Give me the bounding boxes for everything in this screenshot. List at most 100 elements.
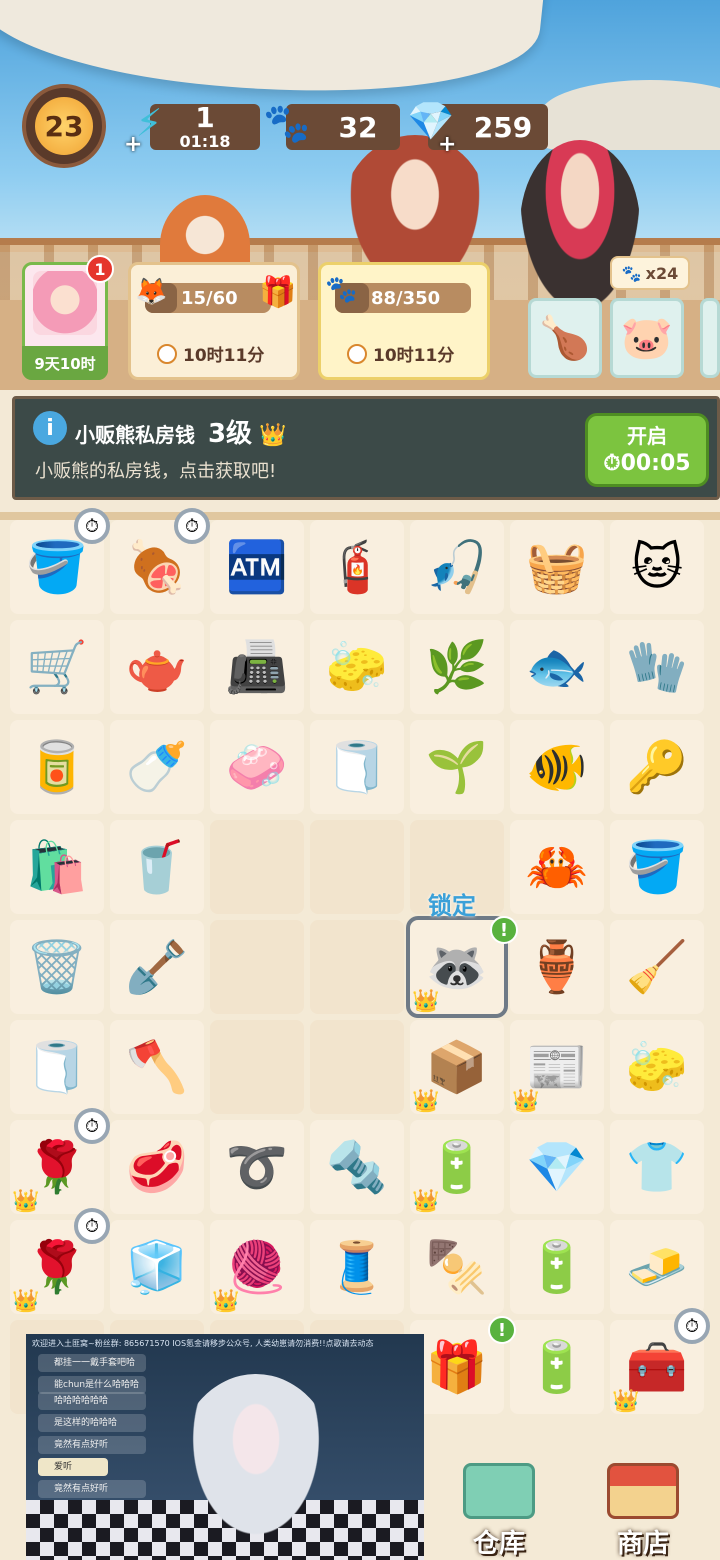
board-item[interactable]: 🥩 bbox=[110, 1120, 204, 1214]
next-order-card[interactable] bbox=[700, 298, 720, 378]
stopwatch-icon: ⏱ bbox=[74, 508, 110, 544]
board-item[interactable]: 🧤 bbox=[610, 620, 704, 714]
boy-paw-badge[interactable]: 🐾 x24 bbox=[610, 256, 690, 290]
board-item[interactable]: 🛒 bbox=[10, 620, 104, 714]
item-icon: 🧹 bbox=[625, 937, 689, 996]
item-icon: 🔋 bbox=[425, 1137, 489, 1196]
item-icon: 🏧 bbox=[225, 537, 289, 596]
item-icon: 🥩 bbox=[125, 1137, 189, 1196]
board-item[interactable]: 🧈 bbox=[610, 1220, 704, 1314]
alert-icon: ! bbox=[488, 1316, 516, 1344]
item-icon: 🐠 bbox=[525, 737, 589, 796]
chat-message: 是这样的哈哈哈 bbox=[38, 1414, 146, 1432]
shop-button[interactable]: 商店 bbox=[588, 1450, 698, 1560]
board-item[interactable]: 🎣 bbox=[410, 520, 504, 614]
level-star-icon: 23 bbox=[35, 97, 93, 155]
board-item[interactable]: 🧻 bbox=[10, 1020, 104, 1114]
item-icon: 🛒 bbox=[25, 637, 89, 696]
fox-order-card[interactable]: 15/60 🦊 🎁 10时11分 bbox=[128, 262, 300, 380]
board-item[interactable]: 🐟 bbox=[510, 620, 604, 714]
empty-cell bbox=[310, 920, 404, 1014]
player-level[interactable]: 23 bbox=[22, 84, 106, 168]
empty-cell bbox=[310, 820, 404, 914]
info-icon[interactable]: i bbox=[33, 411, 67, 445]
pig-order-card[interactable]: 🐷 bbox=[610, 298, 684, 378]
empty-cell bbox=[310, 1020, 404, 1114]
paw-card-timer: 10时11分 bbox=[347, 341, 454, 366]
item-icon: 🍖 bbox=[125, 537, 189, 596]
item-icon: 🪣 bbox=[625, 837, 689, 896]
board-item[interactable]: ➰ bbox=[210, 1120, 304, 1214]
paw-icon: 🐾 bbox=[621, 263, 642, 283]
board-item[interactable]: 🧊 bbox=[110, 1220, 204, 1314]
board-item[interactable]: 🌹 👑 ⏱ bbox=[10, 1208, 110, 1314]
board-item[interactable]: 📰 👑 bbox=[510, 1020, 604, 1114]
board-item[interactable]: 🛍️ bbox=[10, 820, 104, 914]
board-item[interactable]: 🪣 bbox=[610, 820, 704, 914]
item-icon: 🧈 bbox=[625, 1237, 689, 1296]
item-icon: 🏺 bbox=[525, 937, 589, 996]
board-item[interactable]: 🏺 bbox=[510, 920, 604, 1014]
board-item[interactable]: 🫖 bbox=[110, 620, 204, 714]
item-icon: 🌹 bbox=[25, 1237, 89, 1296]
board-item[interactable]: 🍖 ⏱ bbox=[110, 508, 210, 614]
food-order-card[interactable]: 🍗 bbox=[528, 298, 602, 378]
board-item[interactable]: 🍢 bbox=[410, 1220, 504, 1314]
warehouse-button[interactable]: 仓库 bbox=[444, 1450, 554, 1560]
board-item[interactable]: 🧼 bbox=[210, 720, 304, 814]
board-item[interactable]: 🧻 bbox=[310, 720, 404, 814]
item-icon: 🐟 bbox=[525, 637, 589, 696]
open-button[interactable]: 开启 ⏱00:05 bbox=[585, 413, 709, 487]
board-item[interactable]: 🥫 bbox=[10, 720, 104, 814]
board-item[interactable]: 🪣 ⏱ bbox=[10, 508, 110, 614]
board-item[interactable]: 🧽 bbox=[310, 620, 404, 714]
board-item[interactable]: 🍼 bbox=[110, 720, 204, 814]
board-item[interactable]: 🔩 bbox=[310, 1120, 404, 1214]
board-item[interactable]: 📠 bbox=[210, 620, 304, 714]
board-item[interactable]: 💎 bbox=[510, 1120, 604, 1214]
paw-order-card[interactable]: 88/350 🐾 10时11分 bbox=[318, 262, 490, 380]
board-item[interactable]: 🔋 bbox=[510, 1220, 604, 1314]
fox-icon: 🦊 bbox=[135, 277, 168, 307]
crown-icon: 👑 bbox=[612, 1389, 640, 1414]
alarm-clock-icon bbox=[347, 343, 367, 364]
gem-plus-icon[interactable]: + bbox=[438, 132, 456, 157]
item-icon: 🧵 bbox=[325, 1237, 389, 1296]
board-item[interactable]: 🪓 bbox=[110, 1020, 204, 1114]
board-item[interactable]: 🧽 bbox=[610, 1020, 704, 1114]
event-banner[interactable]: i 小贩熊私房钱 3级 👑 小贩熊的私房钱，点击获取吧! 开启 ⏱00:05 bbox=[12, 396, 720, 500]
board-item[interactable]: 🗑️ bbox=[10, 920, 104, 1014]
board-item[interactable]: 🔋 👑 bbox=[410, 1120, 504, 1214]
board-item[interactable]: 🌿 bbox=[410, 620, 504, 714]
alarm-clock-icon bbox=[157, 343, 177, 364]
board-item[interactable]: 🔑 bbox=[610, 720, 704, 814]
crown-icon: 👑 bbox=[12, 1289, 40, 1314]
board-item[interactable]: 👕 bbox=[610, 1120, 704, 1214]
board-item[interactable]: 🧺 bbox=[510, 520, 604, 614]
banner-title: 小贩熊私房钱 3级 👑 bbox=[75, 419, 287, 449]
item-icon: 🎣 bbox=[425, 537, 489, 596]
board-item[interactable]: 🌹 👑 ⏱ bbox=[10, 1108, 110, 1214]
crown-icon: 👑 bbox=[512, 1089, 540, 1114]
item-icon: 🧊 bbox=[125, 1237, 189, 1296]
board-item[interactable]: 🧵 bbox=[310, 1220, 404, 1314]
board-item[interactable]: 🪏 bbox=[110, 920, 204, 1014]
board-item[interactable]: 🥤 bbox=[110, 820, 204, 914]
item-icon: 💎 bbox=[525, 1137, 589, 1196]
item-icon: 🧺 bbox=[525, 537, 589, 596]
item-icon: 🧯 bbox=[325, 537, 389, 596]
board-item[interactable]: 🌱 bbox=[410, 720, 504, 814]
energy-plus-icon[interactable]: + bbox=[124, 132, 142, 157]
item-icon: 🎁 bbox=[425, 1337, 489, 1396]
board-item[interactable]: 🦀 bbox=[510, 820, 604, 914]
item-icon: 🌹 bbox=[25, 1137, 89, 1196]
board-item[interactable]: 🏧 bbox=[210, 520, 304, 614]
board-item[interactable]: 🧯 bbox=[310, 520, 404, 614]
board-item[interactable]: 🐱 bbox=[610, 520, 704, 614]
board-item[interactable]: 🐠 bbox=[510, 720, 604, 814]
board-item[interactable]: 🔋 bbox=[510, 1320, 604, 1414]
board-item[interactable]: 🧶 👑 bbox=[210, 1220, 304, 1314]
board-item[interactable]: 🧹 bbox=[610, 920, 704, 1014]
board-item[interactable]: 📦 👑 bbox=[410, 1020, 504, 1114]
board-item[interactable]: 🧰 👑 ⏱ bbox=[610, 1308, 710, 1414]
